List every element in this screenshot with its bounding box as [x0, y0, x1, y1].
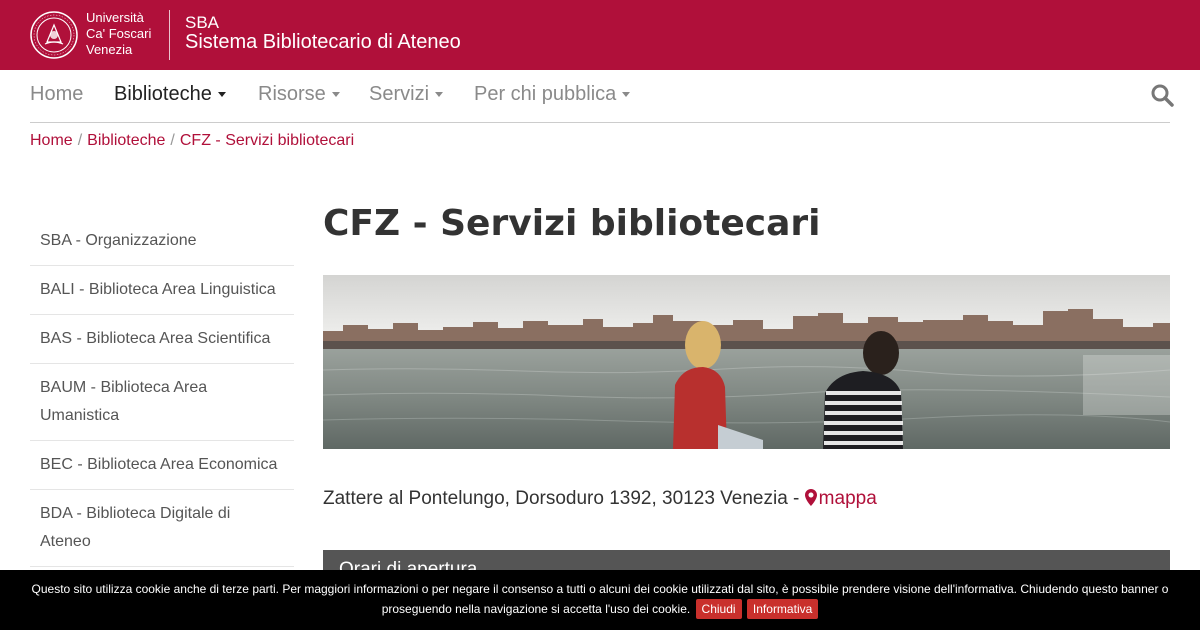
- sidebar-menu: SBA - Organizzazione BALI - Biblioteca A…: [30, 217, 294, 567]
- sidebar-item-bec[interactable]: BEC - Biblioteca Area Economica: [30, 441, 294, 490]
- cookie-banner: Questo sito utilizza cookie anche di ter…: [0, 570, 1200, 630]
- university-seal-logo[interactable]: [30, 11, 78, 59]
- map-marker-icon: [804, 489, 817, 506]
- cookie-text: Questo sito utilizza cookie anche di ter…: [31, 582, 1169, 616]
- sidebar-item-sba[interactable]: SBA - Organizzazione: [30, 217, 294, 266]
- cookie-message: Questo sito utilizza cookie anche di ter…: [10, 580, 1190, 619]
- university-name: Università Ca' Foscari Venezia: [86, 10, 151, 58]
- library-address: Zattere al Pontelungo, Dorsoduro 1392, 3…: [323, 488, 877, 510]
- sidebar-item-bda[interactable]: BDA - Biblioteca Digitale di Ateneo: [30, 490, 294, 567]
- site-short-name[interactable]: SBA: [185, 13, 219, 33]
- nav-item-label: Per chi pubblica: [474, 83, 617, 105]
- hero-image: [323, 275, 1170, 449]
- header-divider: [169, 10, 170, 60]
- map-link-label: mappa: [818, 488, 877, 509]
- nav-item-label: Home: [30, 83, 84, 105]
- university-name-line: Università: [86, 10, 144, 25]
- nav-item-biblioteche[interactable]: Biblioteche: [114, 83, 226, 106]
- caret-down-icon: [435, 92, 444, 98]
- caret-down-icon: [331, 92, 340, 98]
- cookie-close-button[interactable]: Chiudi: [695, 599, 742, 619]
- sidebar-item-bali[interactable]: BALI - Biblioteca Area Linguistica: [30, 266, 294, 315]
- university-name-line: Ca' Foscari: [86, 26, 152, 41]
- nav-item-label: Biblioteche: [114, 83, 212, 105]
- nav-item-servizi[interactable]: Servizi: [369, 83, 444, 106]
- cookie-info-button[interactable]: Informativa: [746, 599, 819, 619]
- nav-item-per-chi-pubblica[interactable]: Per chi pubblica: [474, 83, 631, 106]
- nav-item-risorse[interactable]: Risorse: [258, 83, 340, 106]
- nav-item-label: Risorse: [258, 83, 326, 105]
- search-icon[interactable]: [1150, 83, 1176, 109]
- breadcrumb-link-home[interactable]: Home: [30, 132, 73, 149]
- caret-down-icon: [217, 92, 226, 98]
- site-header: Università Ca' Foscari Venezia SBA Siste…: [0, 0, 1200, 70]
- breadcrumb-separator: /: [170, 132, 175, 149]
- caret-down-icon: [622, 92, 631, 98]
- map-link[interactable]: mappa: [804, 488, 877, 509]
- sidebar-item-bas[interactable]: BAS - Biblioteca Area Scientifica: [30, 315, 294, 364]
- page-title: CFZ - Servizi bibliotecari: [323, 203, 821, 244]
- site-full-name[interactable]: Sistema Bibliotecario di Ateneo: [185, 31, 461, 54]
- breadcrumb-separator: /: [77, 132, 83, 149]
- breadcrumb-link-biblioteche[interactable]: Biblioteche: [87, 132, 165, 149]
- university-name-line: Venezia: [86, 42, 133, 57]
- address-text: Zattere al Pontelungo, Dorsoduro 1392, 3…: [323, 488, 805, 509]
- breadcrumb-current-page[interactable]: CFZ - Servizi bibliotecari: [180, 132, 354, 149]
- sidebar-item-baum[interactable]: BAUM - Biblioteca Area Umanistica: [30, 364, 294, 441]
- nav-item-home[interactable]: Home: [30, 83, 83, 106]
- breadcrumb: Home / Biblioteche / CFZ - Servizi bibliotec…: [30, 132, 354, 150]
- nav-item-label: Servizi: [369, 83, 430, 105]
- main-navigation: Home Biblioteche Risorse Servizi Per chi…: [30, 70, 1174, 123]
